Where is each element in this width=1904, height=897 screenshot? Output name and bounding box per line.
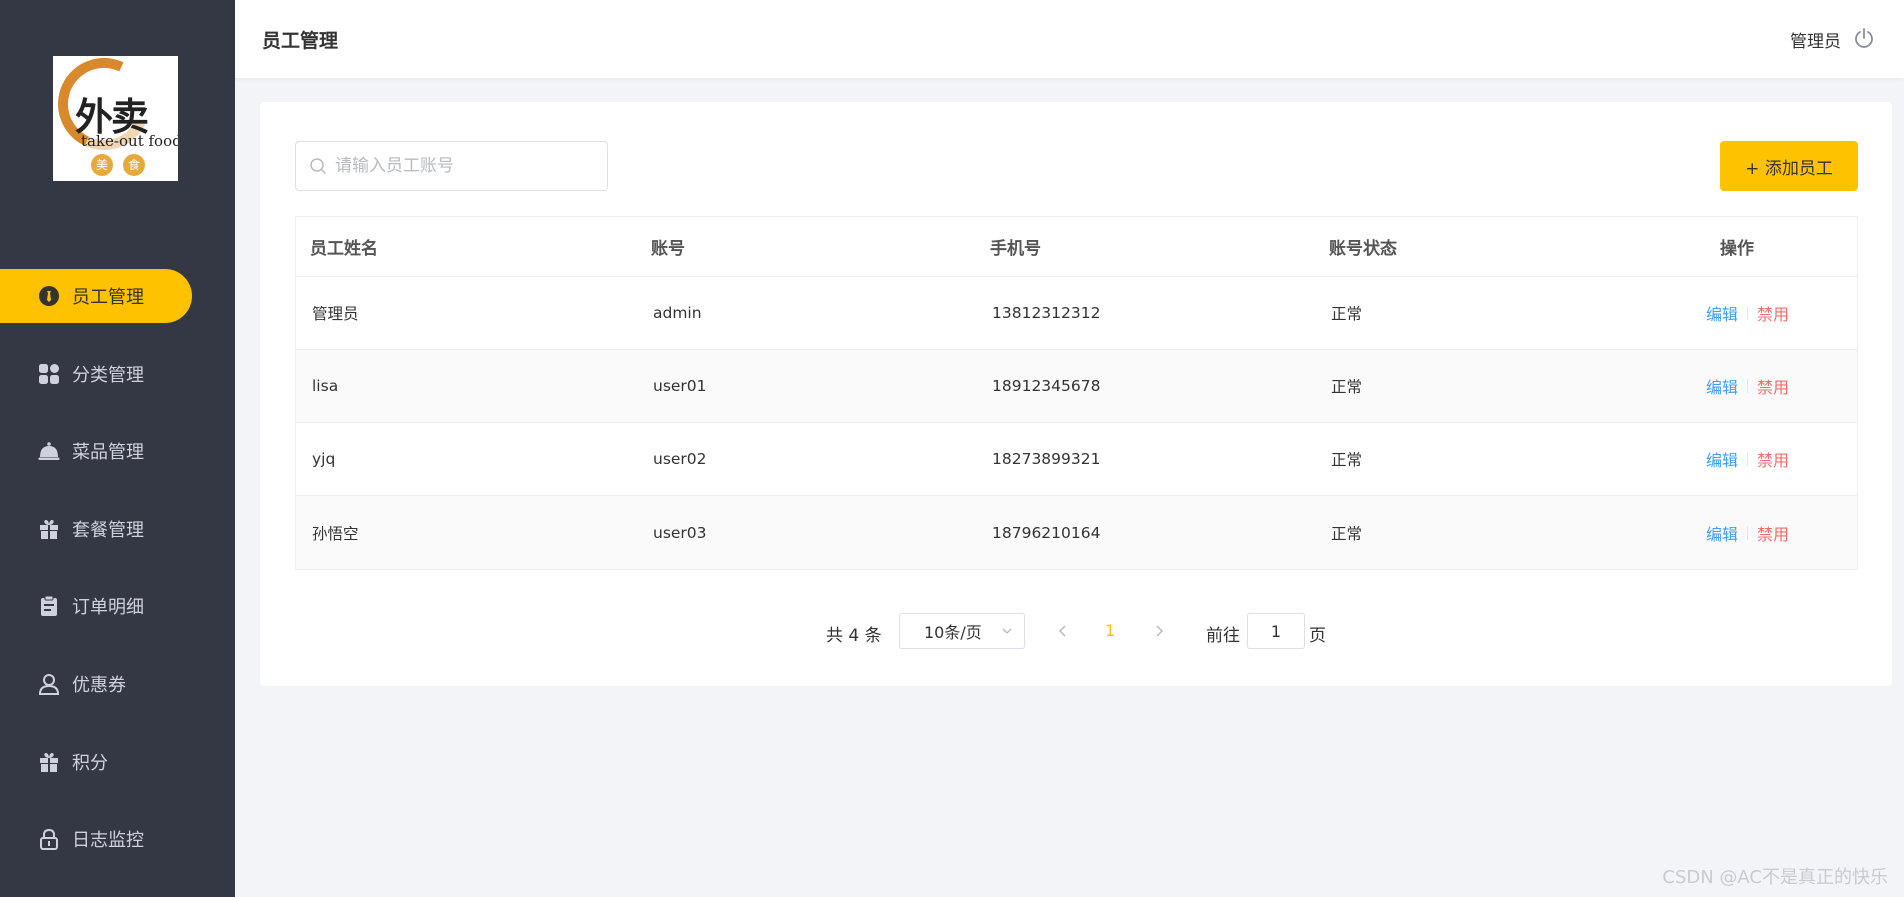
current-user[interactable]: 管理员 xyxy=(1790,27,1841,52)
column-status: 账号状态 xyxy=(1329,239,1397,259)
power-icon[interactable] xyxy=(1853,27,1875,49)
sidebar-item-label: 积分 xyxy=(72,752,108,774)
logo-badge-mei: 美 xyxy=(91,154,113,176)
page-title: 员工管理 xyxy=(262,30,339,52)
dish-cloche-icon xyxy=(38,440,60,462)
goto-suffix: 页 xyxy=(1309,626,1326,646)
cell-account: user03 xyxy=(653,523,707,542)
sidebar-item-logs[interactable]: 日志监控 xyxy=(0,812,235,866)
table-body: 管理员 admin 13812312312 正常 编辑 禁用 lisa user… xyxy=(296,277,1857,569)
total-count: 共 4 条 xyxy=(826,626,882,646)
chevron-down-icon xyxy=(1002,628,1012,634)
search-box[interactable] xyxy=(295,141,608,191)
category-grid-icon xyxy=(38,363,60,385)
table-row: 管理员 admin 13812312312 正常 编辑 禁用 xyxy=(296,277,1857,350)
page-number-current[interactable]: 1 xyxy=(1105,621,1115,640)
logo-badge-shi: 食 xyxy=(123,154,145,176)
logo-en-text: take-out food xyxy=(81,132,178,150)
edit-button[interactable]: 编辑 xyxy=(1706,447,1738,471)
disable-button[interactable]: 禁用 xyxy=(1757,374,1789,398)
sidebar-item-employee[interactable]: 员工管理 xyxy=(0,269,192,323)
disable-button[interactable]: 禁用 xyxy=(1757,447,1789,471)
logo: 外卖 take-out food 美 食 xyxy=(53,56,178,181)
sidebar-item-label: 员工管理 xyxy=(72,287,144,308)
sidebar-item-orders[interactable]: 订单明细 xyxy=(0,579,235,633)
column-phone: 手机号 xyxy=(990,239,1041,259)
sidebar-item-coupon[interactable]: 优惠券 xyxy=(0,657,235,711)
cell-account: user01 xyxy=(653,377,707,395)
row-actions: 编辑 禁用 xyxy=(1706,521,1789,545)
cell-account: user02 xyxy=(653,450,707,468)
sidebar-item-points[interactable]: 积分 xyxy=(0,735,235,789)
row-actions: 编辑 禁用 xyxy=(1706,301,1789,325)
divider xyxy=(1747,306,1749,320)
table-row: lisa user01 18912345678 正常 编辑 禁用 xyxy=(296,350,1857,423)
gift-box-icon xyxy=(38,518,60,540)
cell-status: 正常 xyxy=(1331,524,1363,543)
sidebar: 外卖 take-out food 美 食 员工管理 分类管理 菜品管理 套餐管理… xyxy=(0,0,235,897)
sidebar-item-dish[interactable]: 菜品管理 xyxy=(0,424,235,478)
divider xyxy=(1747,379,1749,393)
edit-button[interactable]: 编辑 xyxy=(1706,521,1738,545)
divider xyxy=(1747,525,1749,540)
sidebar-item-label: 优惠券 xyxy=(72,674,126,696)
goto-label: 前往 xyxy=(1206,626,1240,646)
next-page-icon[interactable] xyxy=(1150,622,1168,640)
cell-name: 孙悟空 xyxy=(312,524,359,543)
cell-name: 管理员 xyxy=(312,305,359,323)
edit-button[interactable]: 编辑 xyxy=(1706,374,1738,398)
employee-icon xyxy=(38,285,60,307)
table-header: 员工姓名 账号 手机号 账号状态 操作 xyxy=(296,217,1857,277)
row-actions: 编辑 禁用 xyxy=(1706,374,1789,398)
sidebar-item-label: 菜品管理 xyxy=(72,442,144,464)
cell-status: 正常 xyxy=(1331,305,1363,323)
top-header: 员工管理 管理员 xyxy=(235,0,1904,78)
search-input[interactable] xyxy=(335,156,595,176)
column-account: 账号 xyxy=(651,239,685,259)
prev-page-icon[interactable] xyxy=(1054,622,1072,640)
sidebar-menu: 员工管理 分类管理 菜品管理 套餐管理 订单明细 优惠券 积分 日志监控 xyxy=(0,269,235,890)
lock-icon xyxy=(38,828,60,851)
cell-status: 正常 xyxy=(1331,451,1363,469)
search-icon xyxy=(310,158,326,174)
cell-account: admin xyxy=(653,304,702,322)
cell-phone: 13812312312 xyxy=(992,304,1101,322)
table-row: yjq user02 18273899321 正常 编辑 禁用 xyxy=(296,423,1857,496)
cell-name: lisa xyxy=(312,377,339,395)
column-name: 员工姓名 xyxy=(310,239,378,259)
cell-phone: 18796210164 xyxy=(992,523,1101,542)
user-icon xyxy=(38,673,60,695)
row-actions: 编辑 禁用 xyxy=(1706,447,1789,471)
table-row: 孙悟空 user03 18796210164 正常 编辑 禁用 xyxy=(296,496,1857,569)
sidebar-item-label: 日志监控 xyxy=(72,830,144,852)
edit-button[interactable]: 编辑 xyxy=(1706,301,1738,325)
sidebar-item-label: 订单明细 xyxy=(72,597,144,619)
page-size-value: 10条/页 xyxy=(924,623,982,642)
cell-phone: 18912345678 xyxy=(992,377,1101,395)
clipboard-icon xyxy=(38,595,60,617)
goto-page-input[interactable] xyxy=(1247,613,1305,649)
column-actions: 操作 xyxy=(1720,239,1754,259)
pagination: 共 4 条 10条/页 1 前往 页 xyxy=(260,613,1892,649)
sidebar-item-category[interactable]: 分类管理 xyxy=(0,347,235,401)
sidebar-item-label: 套餐管理 xyxy=(72,519,144,541)
divider xyxy=(1747,452,1749,466)
page-size-select[interactable]: 10条/页 xyxy=(899,613,1025,649)
watermark: CSDN @AC不是真正的快乐 xyxy=(1662,867,1888,888)
disable-button[interactable]: 禁用 xyxy=(1757,301,1789,325)
employee-panel: + 添加员工 员工姓名 账号 手机号 账号状态 操作 管理员 admin 138… xyxy=(260,102,1892,686)
gift-icon xyxy=(38,751,60,773)
cell-phone: 18273899321 xyxy=(992,450,1101,468)
cell-name: yjq xyxy=(312,450,336,468)
sidebar-item-label: 分类管理 xyxy=(72,364,144,386)
cell-status: 正常 xyxy=(1331,378,1363,396)
disable-button[interactable]: 禁用 xyxy=(1757,521,1789,545)
add-employee-button[interactable]: + 添加员工 xyxy=(1720,141,1858,191)
employee-table: 员工姓名 账号 手机号 账号状态 操作 管理员 admin 1381231231… xyxy=(295,216,1858,570)
sidebar-item-setmeal[interactable]: 套餐管理 xyxy=(0,502,235,556)
